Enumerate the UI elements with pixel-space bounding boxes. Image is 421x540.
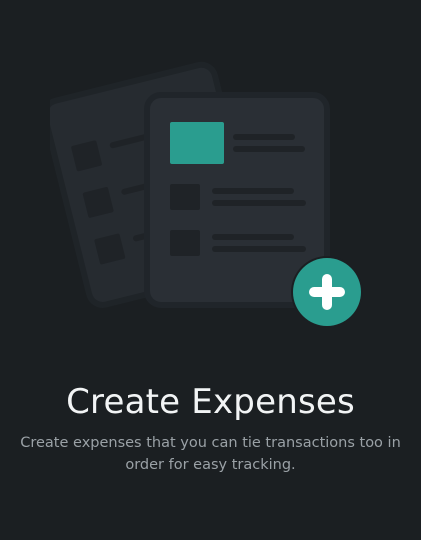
documents-add-illustration [50,50,370,340]
onboarding-screen: Create Expenses Create expenses that you… [0,0,421,540]
highlight-block [170,122,224,164]
page-title: Create Expenses [66,382,355,422]
page-description: Create expenses that you can tie transac… [20,435,401,473]
plus-icon [291,256,363,328]
documents-add-icon [50,61,363,328]
